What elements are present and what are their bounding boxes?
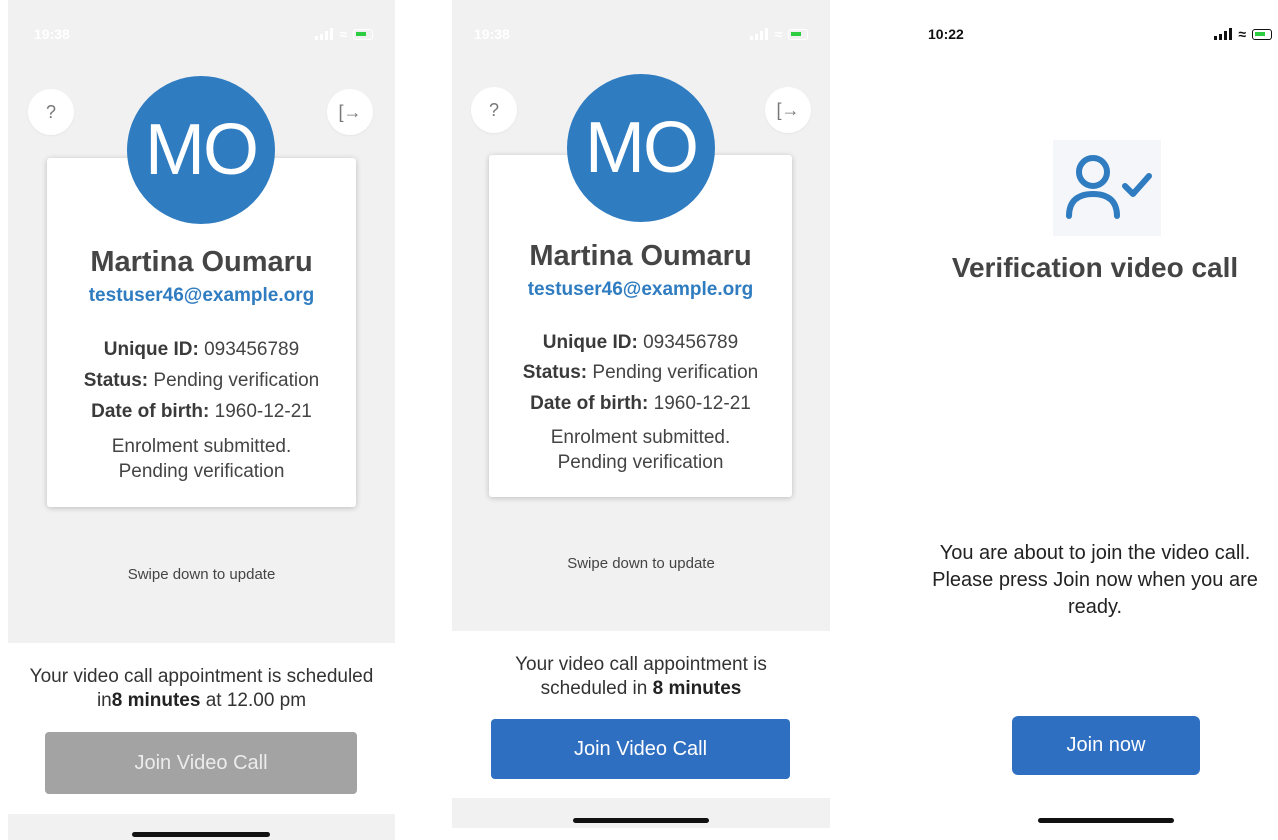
status-row: Status: Pending verification [47, 370, 356, 392]
status-icons: ≈ [1214, 26, 1272, 42]
wifi-icon: ≈ [1238, 26, 1246, 42]
profile-name: Martina Oumaru [90, 246, 313, 278]
profile-email: testuser46@example.org [527, 279, 754, 300]
status-label: Status: [522, 362, 588, 383]
dob-row: Date of birth: 1960-12-21 [47, 401, 356, 423]
logout-icon: [→ [338, 101, 362, 122]
avatar: MO [567, 74, 715, 222]
appointment-prefix: Your video call appointment is scheduled… [29, 666, 374, 711]
unique-id-row: Unique ID: 093456789 [47, 339, 356, 361]
logout-button[interactable]: [→ [765, 87, 811, 133]
logout-button[interactable]: [→ [327, 89, 373, 135]
enrolment-note: Enrolment submitted. Pending verificatio… [47, 434, 356, 484]
status-bar: 10:22 ≈ [912, 22, 1278, 50]
appointment-text: Your video call appointment is scheduled… [8, 665, 395, 713]
status-time: 19:38 [34, 26, 70, 42]
status-bar: 19:38 ≈ [452, 22, 830, 50]
home-indicator [132, 832, 270, 837]
dob-value: 1960-12-21 [214, 401, 312, 422]
note-line-2: Pending verification [557, 452, 724, 473]
note-line-1: Enrolment submitted. [111, 436, 292, 457]
help-icon: ? [45, 101, 56, 122]
join-now-button[interactable]: Join now [1012, 716, 1200, 775]
status-label: Status: [83, 370, 149, 391]
profile-name: Martina Oumaru [529, 240, 752, 272]
swipe-hint: Swipe down to update [127, 566, 276, 583]
message-line-1: You are about to join the video call. [939, 542, 1251, 564]
enrolment-note: Enrolment submitted. Pending verificatio… [489, 425, 792, 475]
home-indicator [573, 818, 709, 823]
status-icons: ≈ [315, 26, 373, 42]
unique-id-label: Unique ID: [542, 332, 638, 353]
screen-profile-enabled: 19:38 ≈ ? [→ Martina Oumaru testuser46@e… [452, 0, 830, 840]
note-line-1: Enrolment submitted. [550, 427, 731, 448]
appointment-time: 8 minutes [652, 678, 742, 699]
join-video-call-button[interactable]: Join Video Call [45, 732, 357, 794]
status-time: 19:38 [474, 26, 510, 42]
dob-label: Date of birth: [530, 393, 649, 414]
status-value: Pending verification [153, 370, 320, 391]
join-message: You are about to join the video call. Pl… [912, 540, 1278, 621]
help-icon: ? [488, 99, 499, 120]
battery-icon [788, 28, 808, 40]
help-button[interactable]: ? [471, 87, 517, 133]
wifi-icon: ≈ [774, 26, 782, 42]
battery-icon [1252, 28, 1272, 40]
wifi-icon: ≈ [339, 26, 347, 42]
appointment-time: 8 minutes [111, 690, 201, 711]
dob-label: Date of birth: [91, 401, 210, 422]
profile-email: testuser46@example.org [88, 285, 315, 306]
dob-row: Date of birth: 1960-12-21 [489, 393, 792, 415]
unique-id-value: 093456789 [204, 339, 300, 360]
unique-id-value: 093456789 [643, 332, 739, 353]
bottom-bar [452, 798, 830, 828]
signal-icon [750, 28, 769, 40]
unique-id-row: Unique ID: 093456789 [489, 332, 792, 354]
unique-id-label: Unique ID: [103, 339, 199, 360]
avatar: MO [127, 76, 275, 224]
dob-value: 1960-12-21 [653, 393, 751, 414]
join-video-call-button[interactable]: Join Video Call [491, 719, 790, 779]
appointment-suffix: at 12.00 pm [205, 690, 307, 711]
status-value: Pending verification [592, 362, 759, 383]
appointment-text: Your video call appointment is scheduled… [452, 653, 830, 701]
status-icons: ≈ [750, 26, 808, 42]
help-button[interactable]: ? [28, 89, 74, 135]
logout-icon: [→ [776, 99, 800, 120]
user-check-icon [1053, 140, 1161, 236]
signal-icon [315, 28, 334, 40]
note-line-2: Pending verification [118, 461, 285, 482]
home-indicator [1038, 818, 1174, 823]
screen-profile-disabled: 19:38 ≈ ? [→ Martina Oumaru testuser46@e… [8, 0, 395, 840]
message-line-2: Please press Join now when you are [932, 569, 1258, 591]
swipe-hint: Swipe down to update [567, 555, 715, 572]
status-time: 10:22 [928, 26, 964, 42]
signal-icon [1214, 28, 1233, 40]
status-bar: 19:38 ≈ [8, 22, 395, 50]
page-title: Verification video call [951, 252, 1239, 283]
screen-video-call-confirm: 10:22 ≈ Verification video call You are … [912, 0, 1278, 840]
status-row: Status: Pending verification [489, 362, 792, 384]
battery-icon [353, 28, 373, 40]
message-line-3: ready. [1067, 596, 1123, 618]
